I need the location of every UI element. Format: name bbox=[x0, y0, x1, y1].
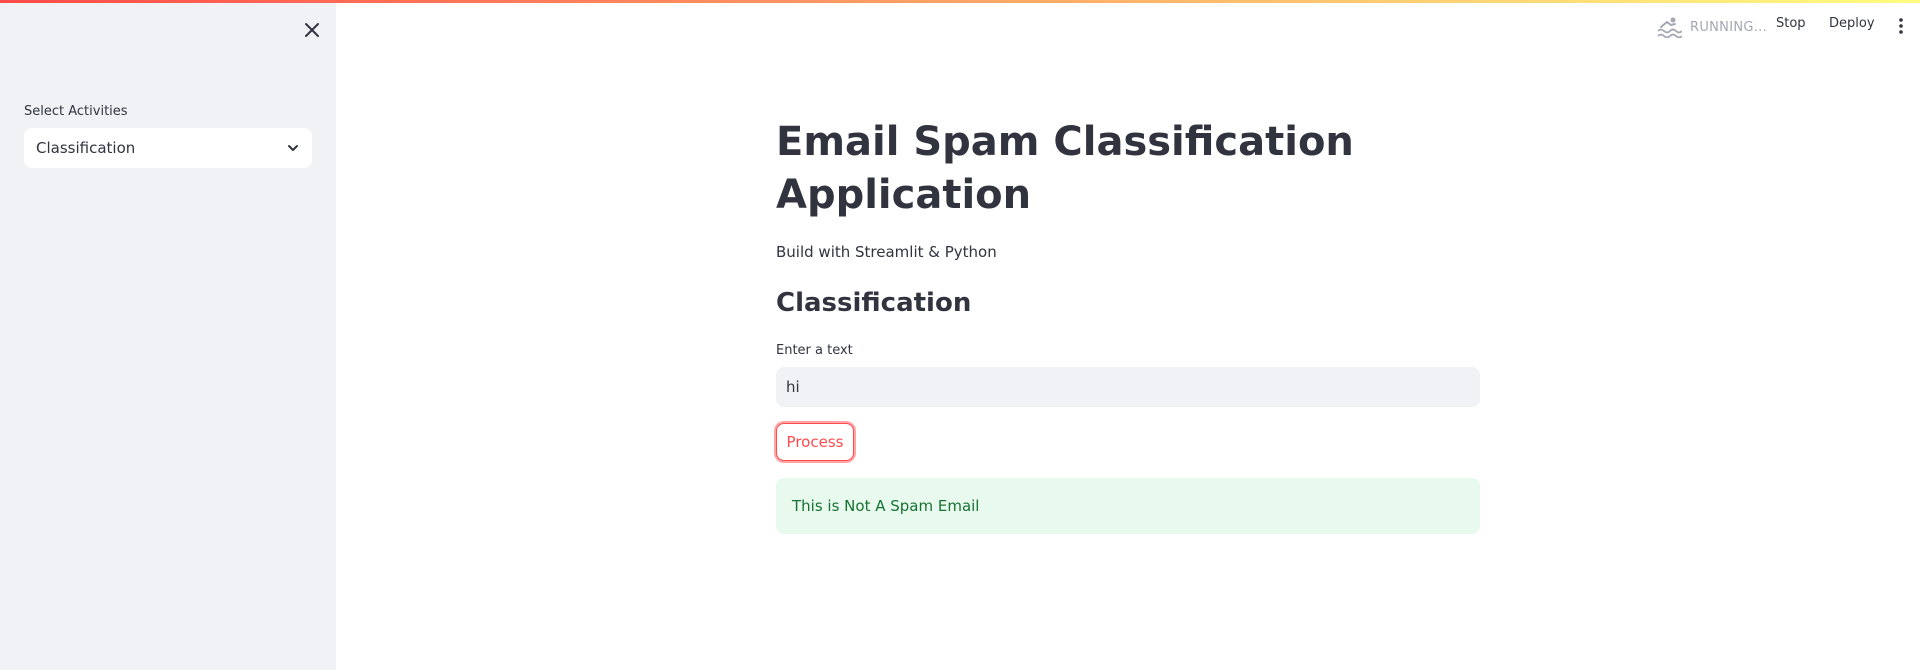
chevron-down-icon bbox=[288, 145, 298, 151]
close-sidebar-button[interactable] bbox=[298, 16, 326, 44]
success-alert: This is Not A Spam Email bbox=[776, 478, 1480, 534]
sidebar: Select Activities Classification bbox=[0, 0, 336, 670]
result-message: This is Not A Spam Email bbox=[792, 497, 980, 515]
select-activities-label: Select Activities bbox=[24, 104, 128, 119]
activities-select[interactable]: Classification bbox=[24, 128, 312, 168]
kebab-menu-icon bbox=[1899, 18, 1903, 34]
select-value: Classification bbox=[36, 139, 136, 157]
deploy-button[interactable]: Deploy bbox=[1829, 16, 1875, 31]
text-input[interactable] bbox=[776, 367, 1480, 407]
running-status: RUNNING... bbox=[1656, 16, 1767, 38]
toolbar: RUNNING... Stop Deploy bbox=[336, 3, 1920, 51]
process-button[interactable]: Process bbox=[776, 423, 854, 461]
status-text: RUNNING... bbox=[1690, 19, 1768, 35]
page-title: Email Spam Classification Application bbox=[776, 119, 1354, 218]
swimmer-icon bbox=[1657, 17, 1682, 38]
stop-button[interactable]: Stop bbox=[1776, 16, 1806, 31]
page-subtitle: Build with Streamlit & Python bbox=[776, 243, 997, 261]
header-decoration-bar bbox=[0, 0, 1920, 3]
section-heading: Classification bbox=[776, 288, 972, 318]
close-icon bbox=[305, 23, 319, 37]
text-input-label: Enter a text bbox=[776, 343, 853, 358]
main-menu-button[interactable] bbox=[1891, 14, 1911, 38]
